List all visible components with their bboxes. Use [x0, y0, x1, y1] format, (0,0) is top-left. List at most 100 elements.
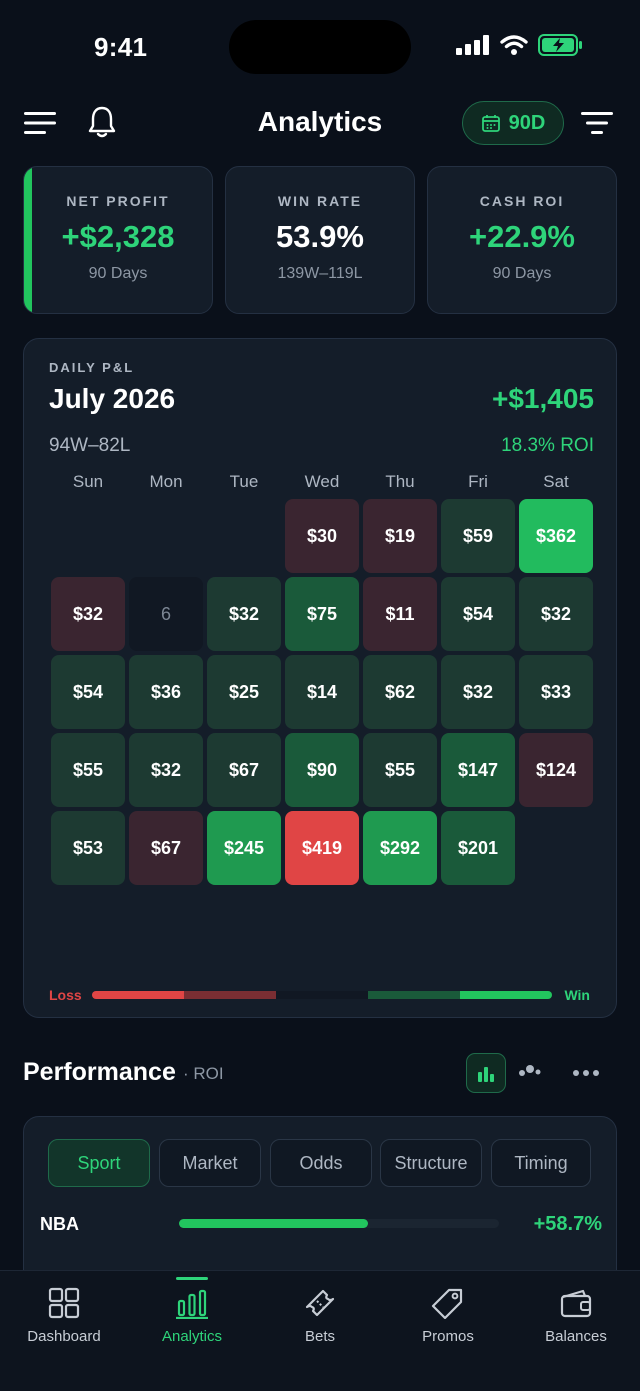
card-kicker: DAILY P&L [49, 360, 135, 375]
calendar-day-cell[interactable]: $59 [441, 499, 515, 573]
calendar-day-cell[interactable]: $32 [51, 577, 125, 651]
kpi-value: 53.9% [276, 219, 364, 254]
calendar-day-cell[interactable]: $33 [519, 655, 593, 729]
more-icon[interactable] [566, 1058, 606, 1088]
calendar-day-cell[interactable]: $32 [129, 733, 203, 807]
calendar-day-cell[interactable]: $25 [207, 655, 281, 729]
kpi-label: CASH ROI [479, 193, 565, 209]
calendar-total: +$1,405 [492, 383, 594, 414]
weekday-label: Tue [229, 472, 259, 491]
calendar-day-cell[interactable]: $55 [51, 733, 125, 807]
calendar-day-cell[interactable]: $75 [285, 577, 359, 651]
calendar-day-cell[interactable]: $419 [285, 811, 359, 885]
wallet-icon [560, 1289, 592, 1318]
dynamic-island [229, 20, 411, 74]
tab-analytics[interactable]: Analytics [128, 1271, 256, 1351]
kpi-label: NET PROFIT [66, 193, 170, 209]
kpi-sub: 90 Days [88, 265, 148, 282]
date-range-label: 90D [508, 111, 546, 134]
section-subtitle: · ROI [183, 1064, 224, 1083]
grid-icon [48, 1287, 80, 1319]
tab-dashboard[interactable]: Dashboard [0, 1271, 128, 1351]
section-title: Performance [23, 1058, 176, 1086]
kpi-sub: 139W–119L [277, 265, 363, 282]
wifi-icon [500, 35, 528, 55]
win-rate-card[interactable]: WIN RATE 53.9% 139W–119L [225, 166, 415, 314]
tab-label: Bets [304, 1328, 335, 1345]
calendar-day-cell[interactable]: $201 [441, 811, 515, 885]
bar-view-toggle[interactable] [466, 1053, 506, 1093]
calendar-day-cell[interactable]: $292 [363, 811, 437, 885]
calendar-month: July 2026 [49, 383, 176, 414]
calendar-day-cell[interactable]: $55 [363, 733, 437, 807]
kpi-value: +$2,328 [61, 219, 175, 254]
segment-sport[interactable]: Sport [48, 1139, 150, 1187]
legend-loss-label: Loss [49, 987, 82, 1003]
status-bar: 9:41 [0, 0, 640, 96]
tab-balances[interactable]: Balances [512, 1271, 640, 1351]
calendar-day-cell[interactable]: $67 [207, 733, 281, 807]
calendar-record: 94W–82L [49, 435, 131, 456]
calendar-day-cell[interactable]: $124 [519, 733, 593, 807]
scatter-view-icon[interactable] [512, 1058, 548, 1088]
tab-label: Dashboard [27, 1328, 101, 1345]
calendar-day-cell[interactable]: $90 [285, 733, 359, 807]
weekday-label: Wed [304, 472, 340, 491]
roi-bar-track [179, 1219, 499, 1228]
calendar-day-cell[interactable]: $147 [441, 733, 515, 807]
calendar-day-cell[interactable]: $11 [363, 577, 437, 651]
calendar-day-cell[interactable]: $30 [285, 499, 359, 573]
calendar-day-cell[interactable]: $362 [519, 499, 593, 573]
ticket-icon [305, 1289, 335, 1317]
tab-promos[interactable]: Promos [384, 1271, 512, 1351]
calendar-day-cell[interactable]: $54 [441, 577, 515, 651]
app-header: Analytics 90D [0, 96, 640, 156]
cash-roi-card[interactable]: CASH ROI +22.9% 90 Days [427, 166, 617, 314]
signal-icon [456, 35, 489, 55]
calendar-day-cell[interactable]: 6 [129, 577, 203, 651]
calendar-day-cell[interactable]: $245 [207, 811, 281, 885]
segment-structure[interactable]: Structure [380, 1139, 482, 1187]
filter-icon[interactable] [580, 110, 614, 136]
calendar-day-cell[interactable]: $62 [363, 655, 437, 729]
weekday-label: Sun [72, 472, 104, 491]
tab-label: Promos [422, 1328, 474, 1345]
bottom-tab-bar: Dashboard Analytics Bets Promos Balances [0, 1270, 640, 1391]
segment-odds[interactable]: Odds [270, 1139, 372, 1187]
tag-icon [431, 1288, 463, 1320]
calendar-day-cell[interactable]: $32 [519, 577, 593, 651]
segment-market[interactable]: Market [159, 1139, 261, 1187]
kpi-sub: 90 Days [492, 265, 552, 282]
row-value: +58.7% [533, 1213, 602, 1235]
calendar-day-cell[interactable]: $19 [363, 499, 437, 573]
tab-label: Analytics [161, 1328, 223, 1345]
battery-icon [538, 34, 582, 56]
calendar-day-cell[interactable]: $53 [51, 811, 125, 885]
calendar-day-cell[interactable]: $14 [285, 655, 359, 729]
status-time: 9:41 [94, 32, 148, 62]
weekday-label: Thu [385, 472, 415, 491]
calendar-day-cell[interactable]: $67 [129, 811, 203, 885]
active-tab-indicator [176, 1277, 208, 1280]
status-icons [456, 34, 584, 56]
weekday-label: Mon [149, 472, 183, 491]
calendar-day-cell[interactable]: $36 [129, 655, 203, 729]
calendar-icon [481, 115, 500, 132]
roi-bar-fill [179, 1219, 368, 1228]
legend-scale [92, 991, 552, 999]
legend-win-label: Win [564, 987, 590, 1003]
tab-bets[interactable]: Bets [256, 1271, 384, 1351]
calendar-day-cell[interactable]: $32 [441, 655, 515, 729]
bar-chart-icon [478, 1067, 494, 1082]
calendar-day-cell[interactable]: $54 [51, 655, 125, 729]
bar-chart-icon [176, 1289, 208, 1320]
calendar-day-cell[interactable]: $32 [207, 577, 281, 651]
row-label: NBA [40, 1214, 79, 1234]
kpi-value: +22.9% [468, 219, 575, 254]
segment-timing[interactable]: Timing [491, 1139, 591, 1187]
kpi-label: WIN RATE [277, 193, 363, 209]
daily-pnl-card: DAILY P&L July 2026 94W–82L +$1,405 18.3… [23, 338, 617, 1018]
calendar-roi: 18.3% ROI [501, 435, 594, 456]
net-profit-card[interactable]: NET PROFIT +$2,328 90 Days [23, 166, 213, 314]
date-range-button[interactable]: 90D [462, 101, 564, 145]
